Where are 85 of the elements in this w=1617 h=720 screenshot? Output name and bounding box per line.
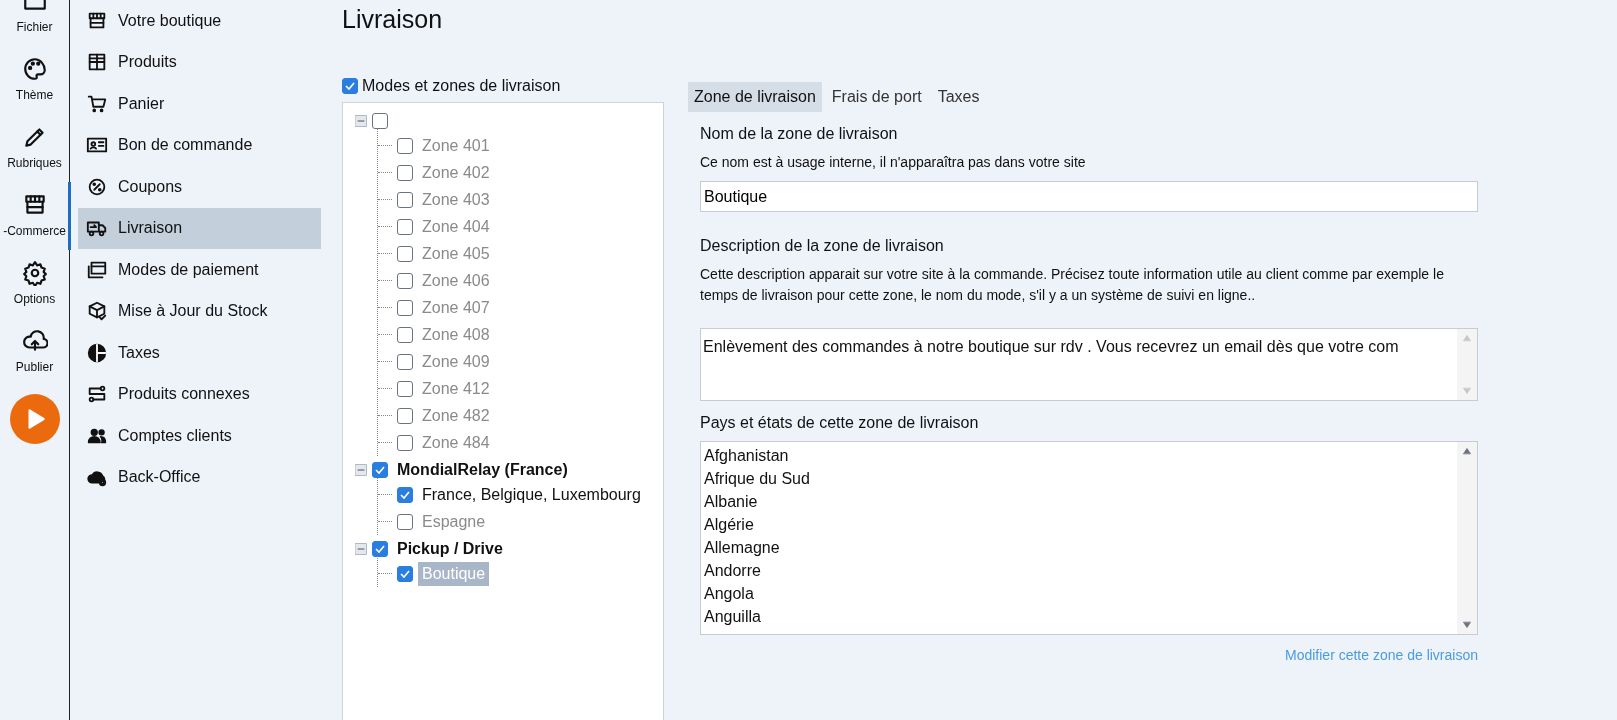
checkbox[interactable]: [397, 326, 413, 343]
checkbox[interactable]: [372, 112, 388, 129]
field-label: Pays et états de cette zone de livraison: [700, 413, 980, 433]
nav-item[interactable]: Produits: [78, 41, 321, 83]
nav-item[interactable]: Coupons: [78, 166, 321, 208]
checkbox[interactable]: [342, 78, 358, 94]
nav-item[interactable]: Produits connexes: [78, 373, 321, 415]
checkbox[interactable]: [372, 540, 388, 557]
nav-item[interactable]: Back-Office: [78, 456, 321, 498]
checkbox[interactable]: [397, 353, 413, 370]
list-item[interactable]: Allemagne: [704, 536, 1454, 559]
field-label: Nom de la zone de livraison: [700, 124, 899, 144]
nav-item[interactable]: Bon de commande: [78, 124, 321, 166]
rail-item[interactable]: Thème: [0, 46, 69, 114]
pie-chart-icon: [86, 341, 108, 364]
tree-item-label[interactable]: Zone 408: [418, 322, 494, 347]
cloud-upload-icon: [21, 328, 48, 354]
scroll-down-icon: [1462, 620, 1472, 630]
rail-item[interactable]: -Commerce: [0, 182, 69, 250]
tree-item-label[interactable]: Pickup / Drive: [393, 536, 507, 561]
tree-item-label[interactable]: Zone 406: [418, 268, 494, 293]
nav-item[interactable]: Livraison: [78, 207, 321, 249]
country-list[interactable]: Afghanistan Afrique du Sud Albanie Algérie Allemagne Andorre Angola Anguilla: [700, 441, 1478, 635]
tree-header-label: Modes et zones de livraison: [362, 76, 561, 96]
description-field[interactable]: Enlèvement des commandes à notre boutique sur rdv . Vous recevrez un email dès que votre com: [700, 328, 1478, 401]
tab[interactable]: Frais de port: [825, 82, 928, 112]
tree-item-label[interactable]: France, Belgique, Luxembourg: [418, 482, 645, 507]
checkbox[interactable]: [397, 218, 413, 235]
tree-item-label[interactable]: Zone 401: [418, 133, 494, 158]
nav-item[interactable]: Modes de paiement: [78, 249, 321, 291]
nav-item[interactable]: Votre boutique: [78, 0, 321, 42]
settings-icon: [21, 260, 48, 286]
tree-item-label[interactable]: Zone 484: [418, 430, 494, 455]
checkbox[interactable]: [397, 513, 413, 530]
collapse-icon[interactable]: [355, 463, 367, 476]
checkbox[interactable]: [372, 461, 388, 478]
list-item[interactable]: Anguilla: [704, 605, 1454, 628]
scroll-down-icon: [1462, 386, 1472, 396]
nav-item[interactable]: Taxes: [78, 332, 321, 374]
checkbox[interactable]: [397, 380, 413, 397]
checkbox[interactable]: [397, 164, 413, 181]
hint-text: Cette description apparait sur votre site à la commande. Précisez toute information utile au client comme par exemple le temps de livraison pour cette zone, le nom du mode, s'il y a un système de suivi en ligne..: [700, 265, 1445, 305]
collapse-icon[interactable]: [355, 114, 367, 127]
rail-item[interactable]: Rubriques: [0, 114, 69, 182]
nav-item[interactable]: Panier: [78, 83, 321, 125]
rail-item[interactable]: Publier: [0, 318, 69, 386]
palette-icon: [21, 56, 48, 82]
box-check-icon: [86, 300, 108, 323]
scroll-up-icon: [1462, 446, 1472, 456]
tree-item-label[interactable]: Zone 405: [418, 241, 494, 266]
scroll-up-icon: [1462, 333, 1472, 343]
hint-text: Ce nom est à usage interne, il n'apparaîtra pas dans votre site: [700, 153, 1087, 172]
tree-item-label[interactable]: Zone 404: [418, 214, 494, 239]
list-item[interactable]: Albanie: [704, 490, 1454, 513]
list-item[interactable]: Andorre: [704, 559, 1454, 582]
list-item[interactable]: Afrique du Sud: [704, 467, 1454, 490]
tree-item-label[interactable]: MondialRelay (France): [393, 457, 572, 482]
rail-item[interactable]: Options: [0, 250, 69, 318]
checkbox[interactable]: [397, 299, 413, 316]
field-label: Description de la zone de livraison: [700, 236, 945, 256]
nav-item[interactable]: Comptes clients: [78, 415, 321, 457]
tree-item-label[interactable]: Zone 409: [418, 349, 494, 374]
checkbox[interactable]: [397, 434, 413, 451]
checkbox[interactable]: [397, 486, 413, 503]
tree-item-label[interactable]: Zone 403: [418, 187, 494, 212]
checkbox[interactable]: [397, 137, 413, 154]
checkbox[interactable]: [397, 565, 413, 582]
tree-item-label[interactable]: Zone 407: [418, 295, 494, 320]
list-item[interactable]: Angola: [704, 582, 1454, 605]
checkbox[interactable]: [397, 407, 413, 424]
checkbox[interactable]: [397, 272, 413, 289]
list-item[interactable]: Afghanistan: [704, 444, 1454, 467]
checkbox[interactable]: [397, 245, 413, 262]
tree-item-label[interactable]: Zone 482: [418, 403, 494, 428]
page-title: Livraison: [342, 4, 444, 34]
list-item[interactable]: Algérie: [704, 513, 1454, 536]
tree-item-label[interactable]: Zone 402: [418, 160, 494, 185]
tab[interactable]: Zone de livraison: [688, 82, 822, 112]
rail-item[interactable]: Fichier: [0, 0, 69, 46]
checkbox[interactable]: [397, 191, 413, 208]
nav-item[interactable]: Mise à Jour du Stock: [78, 290, 321, 332]
tab[interactable]: Taxes: [931, 82, 986, 112]
play-button[interactable]: [9, 394, 60, 444]
name-field[interactable]: Boutique: [700, 181, 1478, 212]
collapse-icon[interactable]: [355, 542, 367, 555]
